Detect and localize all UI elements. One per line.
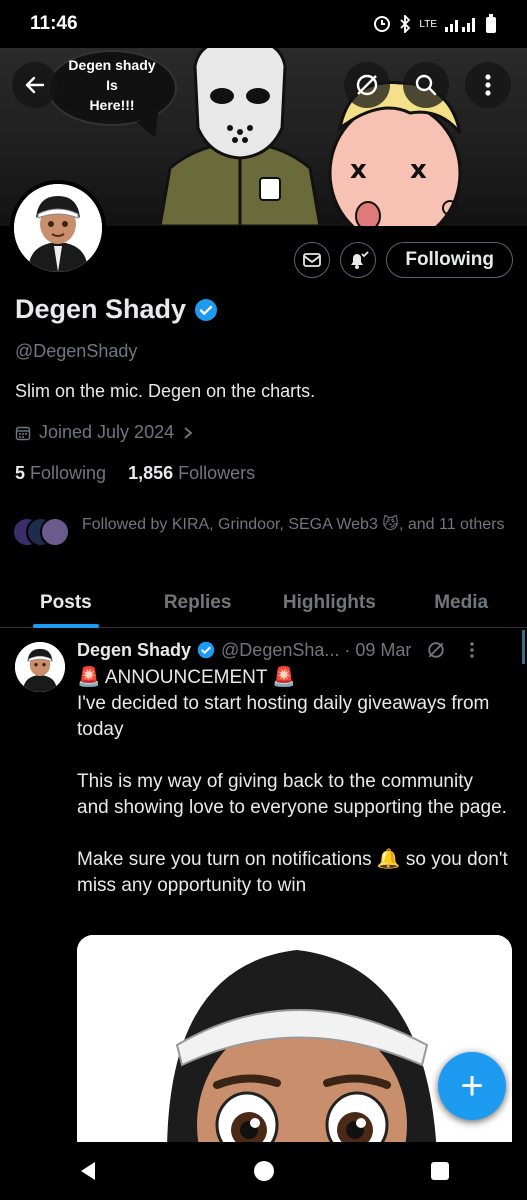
plus-icon: + xyxy=(460,1063,484,1108)
scroll-indicator xyxy=(522,630,525,664)
compose-post-button[interactable]: + xyxy=(438,1052,506,1120)
grok-icon[interactable] xyxy=(425,639,447,661)
mail-icon xyxy=(303,253,322,267)
svg-text:x: x xyxy=(350,155,367,185)
followers-label: Followers xyxy=(178,463,256,483)
post-date[interactable]: 09 Mar xyxy=(355,640,411,661)
post-more-icon[interactable] xyxy=(469,641,475,659)
status-icons: LTE xyxy=(373,14,497,34)
bluetooth-icon xyxy=(400,15,411,33)
svg-text:x: x xyxy=(410,155,427,185)
system-navigation-bar xyxy=(0,1142,527,1200)
following-count-link[interactable]: 5 Following xyxy=(15,463,106,484)
followers-count: 1,856 xyxy=(128,463,174,483)
avatar-illustration xyxy=(14,184,102,272)
more-vertical-icon xyxy=(485,74,491,96)
nav-home-icon[interactable] xyxy=(253,1160,275,1182)
post-handle[interactable]: @DegenSha... xyxy=(221,640,339,661)
search-button[interactable] xyxy=(403,62,449,108)
post-image-illustration xyxy=(77,935,512,1142)
message-button[interactable] xyxy=(294,242,331,278)
following-label: Following xyxy=(30,463,107,483)
follower-avatar xyxy=(40,517,70,547)
banner-cartoon-figure: x x xyxy=(328,81,462,226)
profile-name: Degen Shady xyxy=(15,294,218,325)
profile-name-text: Degen Shady xyxy=(15,294,187,324)
network-type: LTE xyxy=(419,18,437,30)
post-avatar[interactable] xyxy=(15,642,65,692)
nav-back-icon[interactable] xyxy=(77,1160,99,1182)
following-button[interactable]: Following xyxy=(386,242,513,278)
tab-posts[interactable]: Posts xyxy=(0,578,132,627)
verified-badge-icon xyxy=(195,298,218,321)
tab-highlights[interactable]: Highlights xyxy=(264,578,396,627)
search-icon xyxy=(415,74,437,96)
profile-avatar[interactable] xyxy=(10,180,106,276)
followed-by[interactable]: Followed by KIRA, Grindoor, SEGA Web3 😼,… xyxy=(12,513,522,551)
profile-tabs: Posts Replies Highlights Media xyxy=(0,578,527,628)
back-button[interactable] xyxy=(12,62,58,108)
post-paragraph: Make sure you turn on notifications 🔔 so… xyxy=(77,849,508,896)
verified-badge-icon xyxy=(197,641,215,659)
followers-count-link[interactable]: 1,856 Followers xyxy=(128,463,255,484)
status-bar: 11:46 LTE xyxy=(0,0,527,48)
status-time: 11:46 xyxy=(30,13,78,34)
profile-handle: @DegenShady xyxy=(15,341,138,361)
tab-replies[interactable]: Replies xyxy=(132,578,264,627)
nav-recents-icon[interactable] xyxy=(430,1161,450,1181)
post-media-image[interactable] xyxy=(77,935,512,1142)
follow-counts: 5 Following 1,856 Followers xyxy=(15,463,255,484)
alarm-icon xyxy=(374,16,391,32)
post-avatar-illustration xyxy=(15,642,65,692)
more-options-button[interactable] xyxy=(465,62,511,108)
banner-mask-figure xyxy=(160,48,320,226)
notifications-button[interactable] xyxy=(340,242,377,278)
followed-by-text: Followed by KIRA, Grindoor, SEGA Web3 😼,… xyxy=(82,516,505,533)
signal-icon xyxy=(445,18,475,32)
banner-speech-text: Degen shady Is Here!!! xyxy=(68,57,156,113)
profile-joined[interactable]: Joined July 2024 xyxy=(15,422,194,443)
grok-button[interactable] xyxy=(344,62,390,108)
calendar-icon xyxy=(15,426,31,440)
joined-text: Joined July 2024 xyxy=(39,422,175,442)
post-author[interactable]: Degen Shady xyxy=(77,640,191,661)
battery-icon xyxy=(486,14,496,33)
profile-actions: Following xyxy=(294,242,513,278)
grok-icon xyxy=(356,74,378,96)
post-body: 🚨 ANNOUNCEMENT 🚨 I've decided to start h… xyxy=(77,665,509,925)
post-paragraph: 🚨 ANNOUNCEMENT 🚨 I've decided to start h… xyxy=(77,667,490,740)
post-separator: · xyxy=(344,639,351,660)
followed-by-avatars xyxy=(12,517,72,551)
post-paragraph: This is my way of giving back to the com… xyxy=(77,771,507,818)
chevron-right-icon xyxy=(184,426,193,439)
bell-check-icon xyxy=(351,251,369,269)
profile-bio: Slim on the mic. Degen on the charts. xyxy=(15,381,316,401)
arrow-left-icon xyxy=(25,76,45,94)
tab-media[interactable]: Media xyxy=(395,578,527,627)
post-header: Degen Shady @DegenSha... · 09 Mar xyxy=(77,639,517,661)
following-count: 5 xyxy=(15,463,26,483)
